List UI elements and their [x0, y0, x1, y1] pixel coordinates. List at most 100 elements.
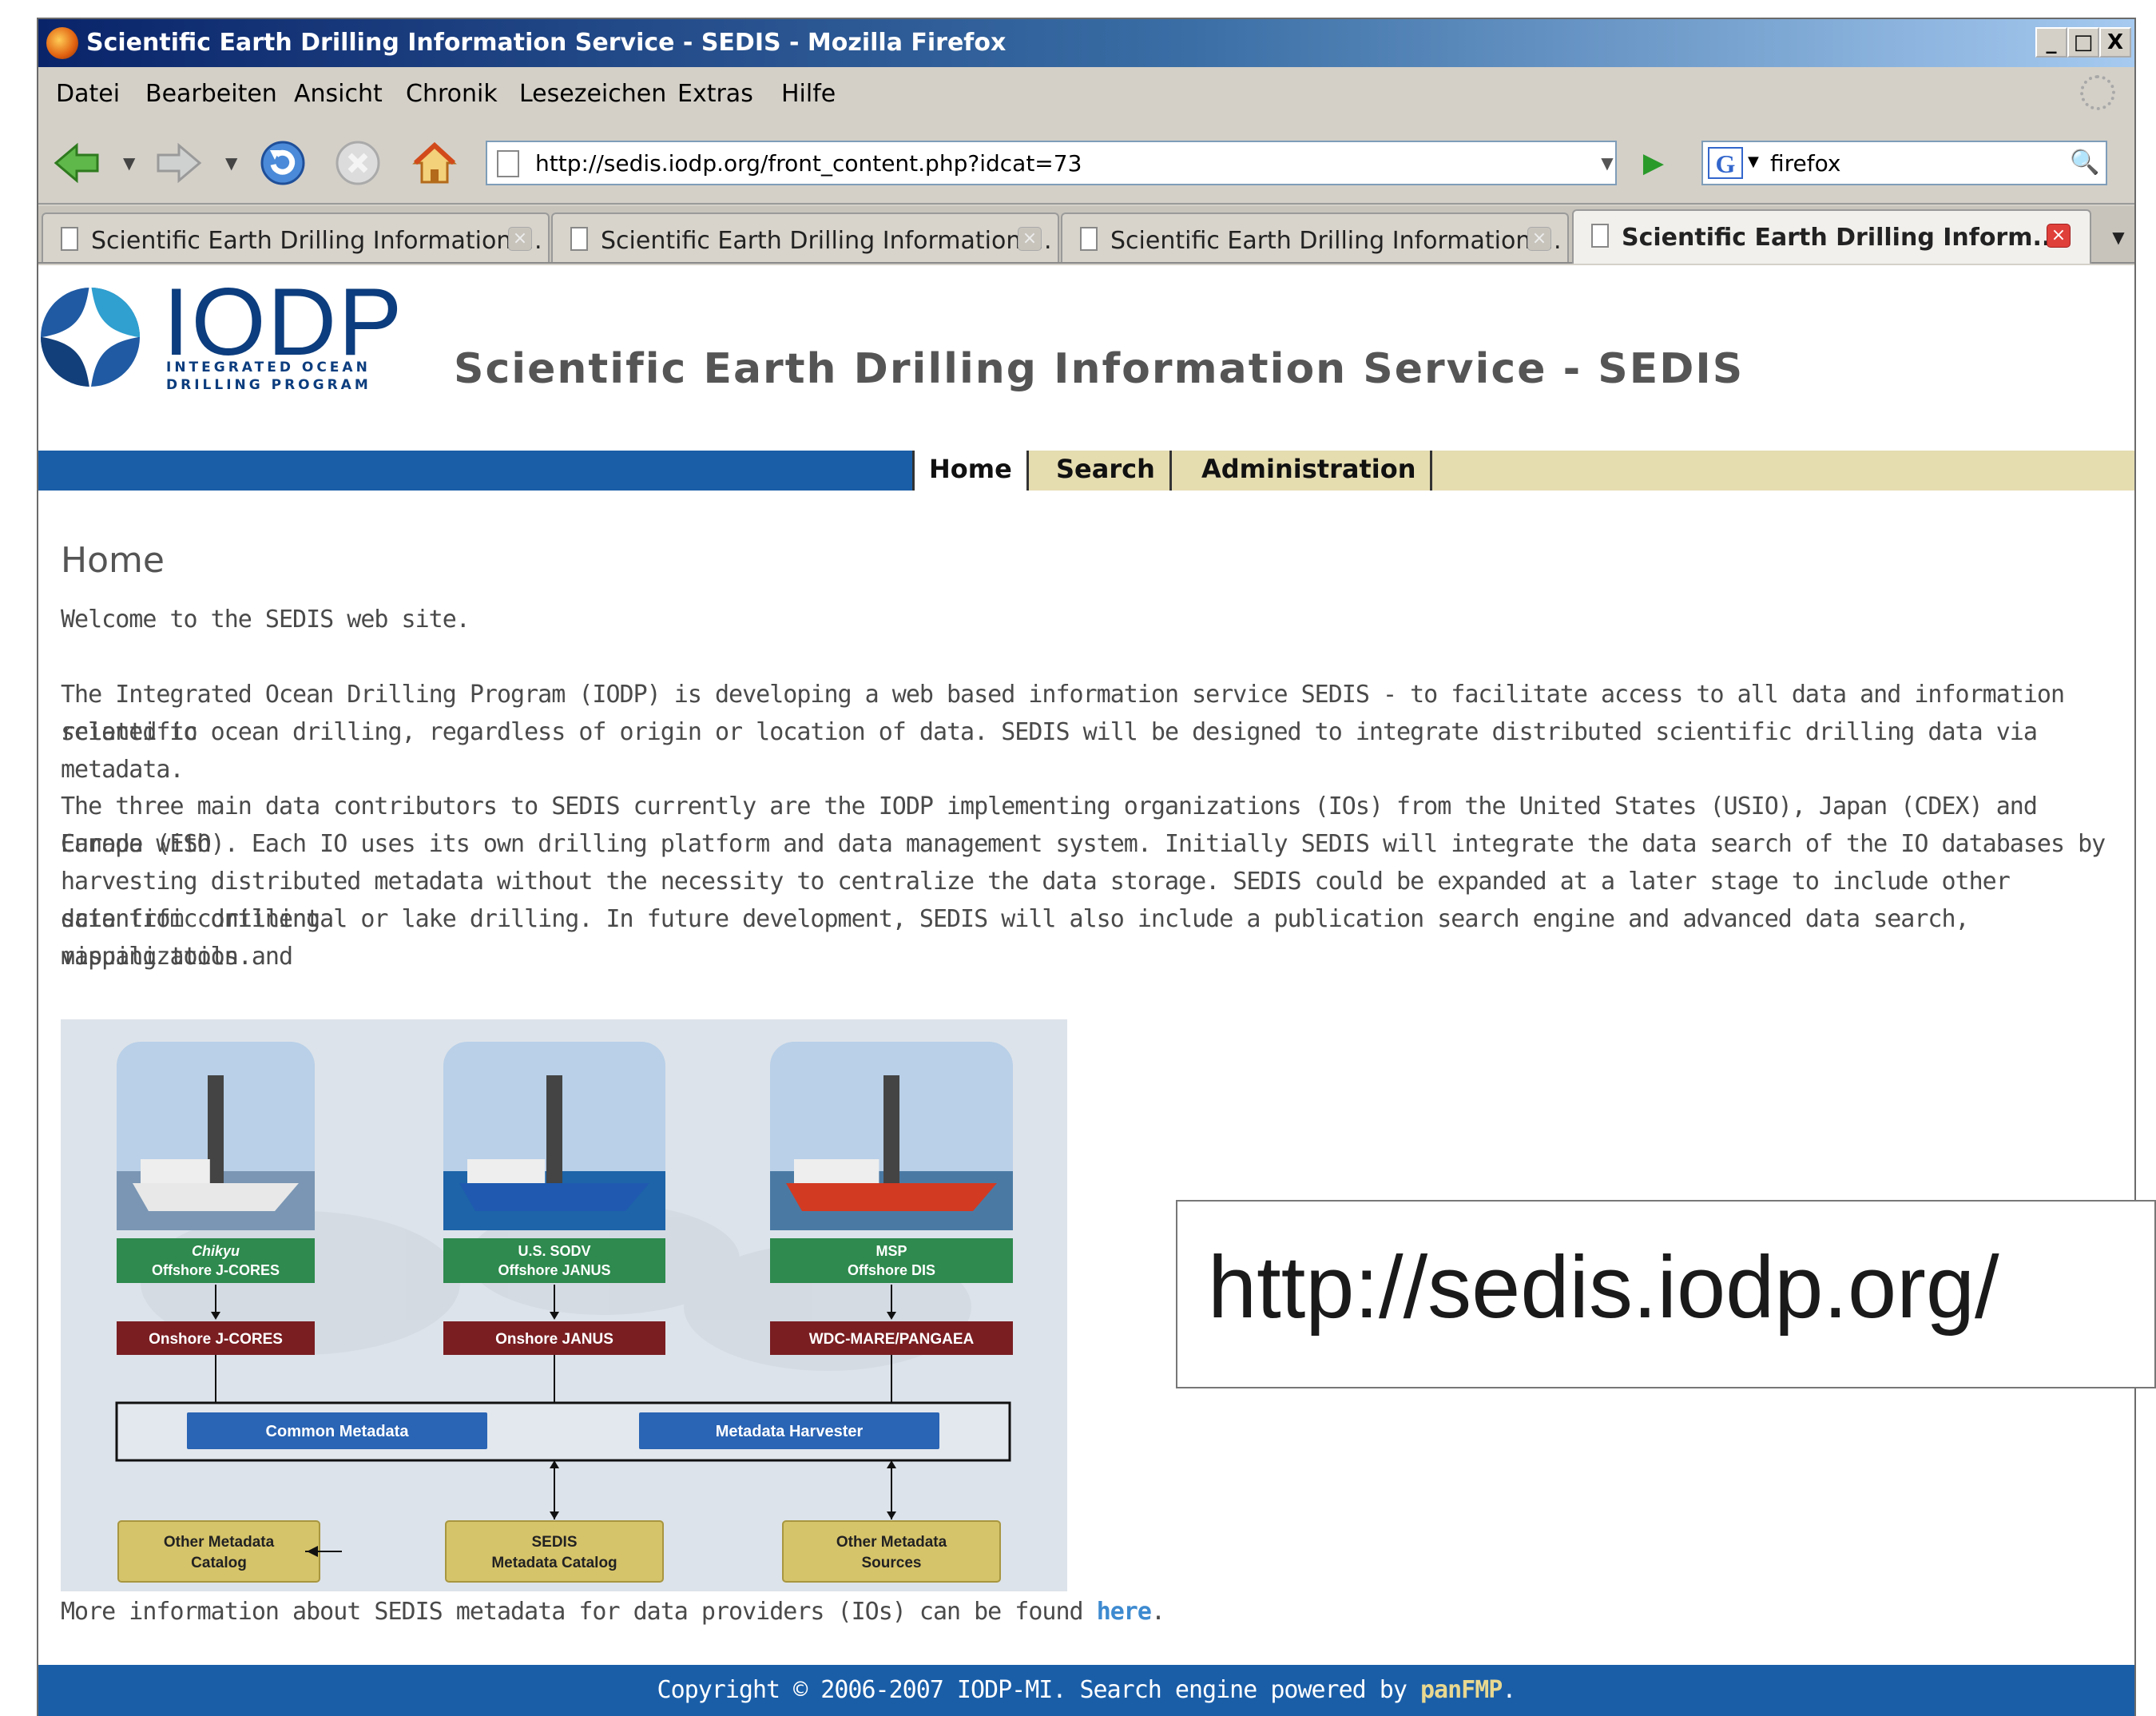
back-arrow-icon[interactable] [53, 139, 101, 187]
offshore-label-line1: Chikyu [192, 1243, 240, 1259]
ship-column: U.S. SODV Offshore JANUS Onshore JANUS [443, 1042, 665, 1403]
engine-dropdown-icon[interactable]: ▼ [1748, 153, 1759, 170]
panfmp-link[interactable]: panFMP [1420, 1676, 1503, 1704]
here-link[interactable]: here [1097, 1598, 1152, 1626]
menu-chronik[interactable]: Chronik [406, 80, 498, 108]
page-icon [1080, 227, 1098, 251]
tab-4-active[interactable]: Scientific Earth Drilling Inform... × [1572, 209, 2091, 264]
throbber-icon [2080, 75, 2115, 110]
reload-icon[interactable] [259, 139, 307, 187]
catalog-box [782, 1520, 1001, 1583]
search-input[interactable]: firefox [1770, 150, 1840, 177]
menu-hilfe[interactable]: Hilfe [781, 80, 836, 108]
url-overlay-box: http://sedis.iodp.org/ [1176, 1200, 2156, 1388]
footer: Copyright © 2006-2007 IODP-MI. Search en… [38, 1665, 2134, 1716]
tab-label: Scientific Earth Drilling Information ..… [1110, 227, 1562, 255]
catalog-box [117, 1520, 320, 1583]
menu-lesezeichen[interactable]: Lesezeichen [519, 80, 666, 108]
tab-list-dropdown-icon[interactable]: ▼ [2102, 214, 2134, 260]
close-tab-icon[interactable]: × [508, 227, 532, 251]
overlay-url-text: http://sedis.iodp.org/ [1208, 1238, 1999, 1337]
derrick [546, 1075, 562, 1183]
menu-bearbeiten[interactable]: Bearbeiten [145, 80, 277, 108]
page-icon [61, 227, 78, 251]
tab-label: Scientific Earth Drilling Information ..… [601, 227, 1052, 255]
page-icon [497, 150, 519, 177]
forward-arrow-icon[interactable] [155, 139, 203, 187]
search-icon[interactable]: 🔍 [2067, 145, 2102, 181]
maximize-button[interactable]: □ [2067, 27, 2099, 58]
close-button[interactable]: X [2099, 27, 2131, 58]
contributors-line2: Canada (ESO). Each IO uses its own drill… [61, 830, 2106, 858]
page-icon [1591, 224, 1609, 248]
offshore-label-line2: Offshore DIS [848, 1262, 935, 1278]
close-tab-icon[interactable]: × [2047, 224, 2071, 248]
ship-superstructure [794, 1159, 879, 1183]
url-bar[interactable]: http://sedis.iodp.org/front_content.php?… [486, 141, 1617, 185]
footer-copyright: Copyright © 2006-2007 IODP-MI. Search en… [657, 1676, 1420, 1704]
tab-3[interactable]: Scientific Earth Drilling Information ..… [1061, 213, 1569, 262]
logo-subtitle-line1: INTEGRATED OCEAN [166, 359, 371, 375]
intro-paragraph-line2: scientific ocean drilling, regardless of… [61, 718, 2038, 784]
offshore-label-line1: MSP [876, 1243, 907, 1259]
menu-bar: Datei Bearbeiten Ansicht Chronik Lesezei… [38, 70, 2134, 118]
stop-icon[interactable] [334, 139, 382, 187]
tab-1[interactable]: Scientific Earth Drilling Information ..… [42, 213, 550, 262]
derrick [208, 1075, 224, 1183]
offshore-label-line2: Offshore JANUS [498, 1262, 610, 1278]
more-info-suffix: . [1150, 1598, 1165, 1626]
back-history-dropdown-icon[interactable]: ▼ [123, 153, 135, 173]
tab-label: Scientific Earth Drilling Inform... [1622, 224, 2060, 252]
metadata-harvester-label: Metadata Harvester [716, 1423, 864, 1440]
url-text[interactable]: http://sedis.iodp.org/front_content.php?… [535, 150, 1082, 177]
ship-superstructure [141, 1159, 210, 1183]
catalog-label-line1: Other Metadata [836, 1534, 947, 1551]
tab-bar: Scientific Earth Drilling Information ..… [38, 206, 2134, 264]
title-bar[interactable]: Scientific Earth Drilling Information Se… [38, 19, 2134, 67]
search-bar[interactable]: G ▼ firefox 🔍 [1701, 141, 2107, 185]
close-tab-icon[interactable]: × [1527, 227, 1551, 251]
logo-subtitle-line2: DRILLING PROGRAM [166, 377, 371, 393]
ship-superstructure [467, 1159, 546, 1183]
tab-2[interactable]: Scientific Earth Drilling Information ..… [551, 213, 1059, 262]
nav-administration[interactable]: Administration [1187, 451, 1433, 491]
site-title: Scientific Earth Drilling Information Se… [454, 345, 1745, 393]
menu-datei[interactable]: Datei [56, 80, 120, 108]
nav-home[interactable]: Home [912, 451, 1029, 491]
minimize-button[interactable]: _ [2035, 27, 2067, 58]
catalog-column: Other Metadata Catalog [117, 1520, 320, 1583]
offshore-label-line1: U.S. SODV [518, 1243, 590, 1259]
more-info-text: More information about SEDIS metadata fo… [61, 1598, 1165, 1626]
footer-suffix: . [1502, 1676, 1516, 1704]
google-engine-icon[interactable]: G [1708, 147, 1743, 179]
ship-column: MSP Offshore DIS WDC-MARE/PANGAEA [770, 1042, 1013, 1403]
onshore-label: WDC-MARE/PANGAEA [809, 1331, 975, 1348]
page-content: IODP INTEGRATED OCEAN DRILLING PROGRAM S… [38, 265, 2134, 1716]
footer-text: Copyright © 2006-2007 IODP-MI. Search en… [38, 1676, 2134, 1704]
ship-hull [459, 1183, 649, 1211]
url-dropdown-icon[interactable]: ▼ [1591, 142, 1623, 184]
catalog-label-line1: SEDIS [531, 1534, 577, 1551]
close-tab-icon[interactable]: × [1018, 227, 1042, 251]
more-info-prefix: More information about SEDIS metadata fo… [61, 1598, 1097, 1626]
navigation-toolbar: ▼ ▼ http://sedis.iodp.org/front_content.… [38, 121, 2134, 205]
home-icon[interactable] [411, 139, 459, 187]
forward-history-dropdown-icon[interactable]: ▼ [225, 153, 237, 173]
page-icon [570, 227, 588, 251]
catalog-label-line1: Other Metadata [164, 1534, 275, 1551]
ship-hull [786, 1183, 997, 1211]
catalog-box [445, 1520, 664, 1583]
menu-extras[interactable]: Extras [677, 80, 753, 108]
go-arrow-icon[interactable]: ▶ [1633, 142, 1674, 184]
menu-ansicht[interactable]: Ansicht [294, 80, 383, 108]
nav-search[interactable]: Search [1042, 451, 1172, 491]
window-title: Scientific Earth Drilling Information Se… [86, 29, 1007, 57]
site-nav-bar: Home Search Administration [38, 451, 2134, 491]
common-metadata-label: Common Metadata [266, 1423, 410, 1440]
firefox-icon [46, 27, 78, 59]
catalog-label-line2: Catalog [191, 1555, 247, 1571]
onshore-label: Onshore JANUS [495, 1331, 613, 1348]
sedis-architecture-diagram: Chikyu Offshore J-CORES Onshore J-CORES U.S… [61, 1019, 1067, 1591]
iodp-globe-logo[interactable] [38, 275, 142, 395]
derrick [883, 1075, 899, 1183]
